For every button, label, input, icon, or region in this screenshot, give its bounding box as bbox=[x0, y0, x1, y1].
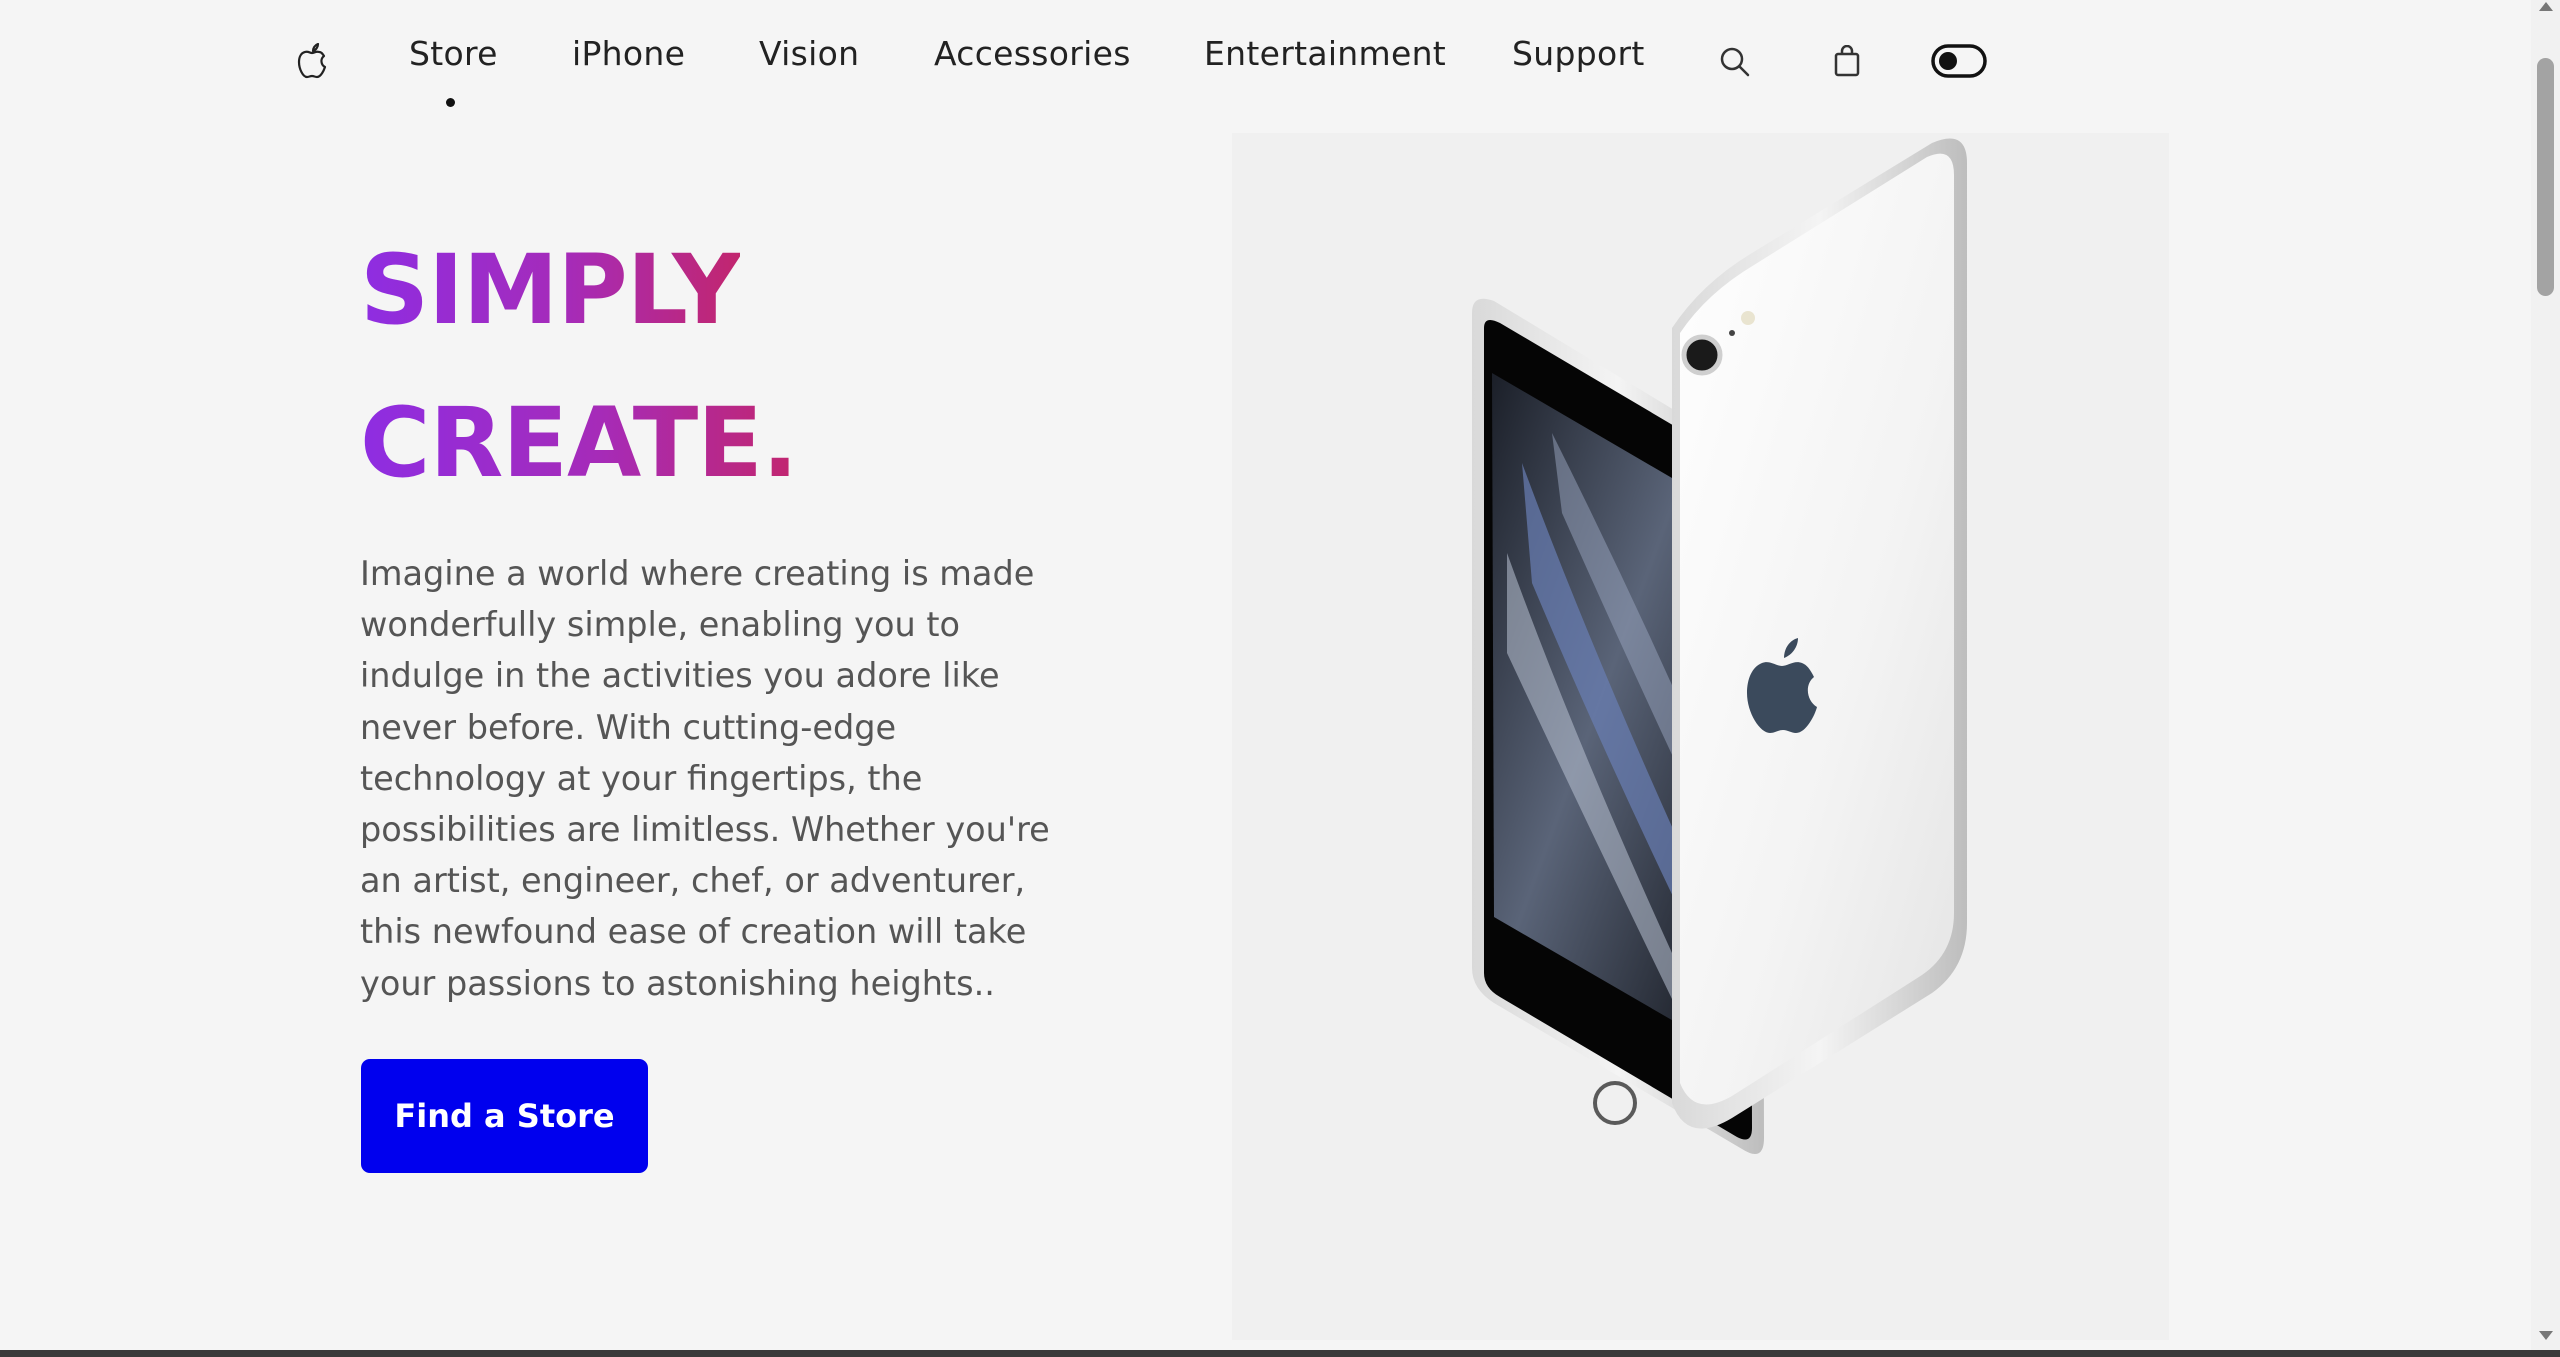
hero-description: Imagine a world where creating is made w… bbox=[360, 554, 1050, 1003]
vertical-scrollbar[interactable] bbox=[2531, 0, 2560, 1350]
scroll-down-arrow-icon[interactable] bbox=[2539, 1331, 2553, 1340]
nav-item-vision[interactable]: Vision bbox=[759, 34, 859, 73]
phone-back bbox=[1672, 138, 1967, 1129]
scroll-up-arrow-icon[interactable] bbox=[2539, 2, 2553, 11]
top-navigation: Store iPhone Vision Accessories Entertai… bbox=[0, 0, 2531, 124]
search-icon[interactable] bbox=[1719, 46, 1751, 82]
active-indicator bbox=[446, 98, 455, 107]
nav-item-accessories[interactable]: Accessories bbox=[934, 34, 1131, 73]
bag-icon[interactable] bbox=[1834, 44, 1860, 81]
nav-item-entertainment[interactable]: Entertainment bbox=[1204, 34, 1446, 73]
iphone-product-image bbox=[1232, 133, 2169, 1340]
hero-title-line2: CREATE. bbox=[360, 387, 798, 499]
bottom-edge bbox=[0, 1350, 2560, 1357]
nav-item-store[interactable]: Store bbox=[409, 34, 498, 73]
nav-item-support[interactable]: Support bbox=[1512, 34, 1645, 73]
apple-logo-icon[interactable] bbox=[296, 42, 330, 85]
nav-item-iphone[interactable]: iPhone bbox=[572, 34, 685, 73]
hero-title-line1: SIMPLY bbox=[360, 234, 741, 346]
page: Store iPhone Vision Accessories Entertai… bbox=[0, 0, 2531, 1350]
theme-toggle-icon[interactable] bbox=[1931, 44, 1987, 82]
find-a-store-button[interactable]: Find a Store bbox=[361, 1059, 648, 1173]
scrollbar-thumb[interactable] bbox=[2537, 58, 2554, 296]
